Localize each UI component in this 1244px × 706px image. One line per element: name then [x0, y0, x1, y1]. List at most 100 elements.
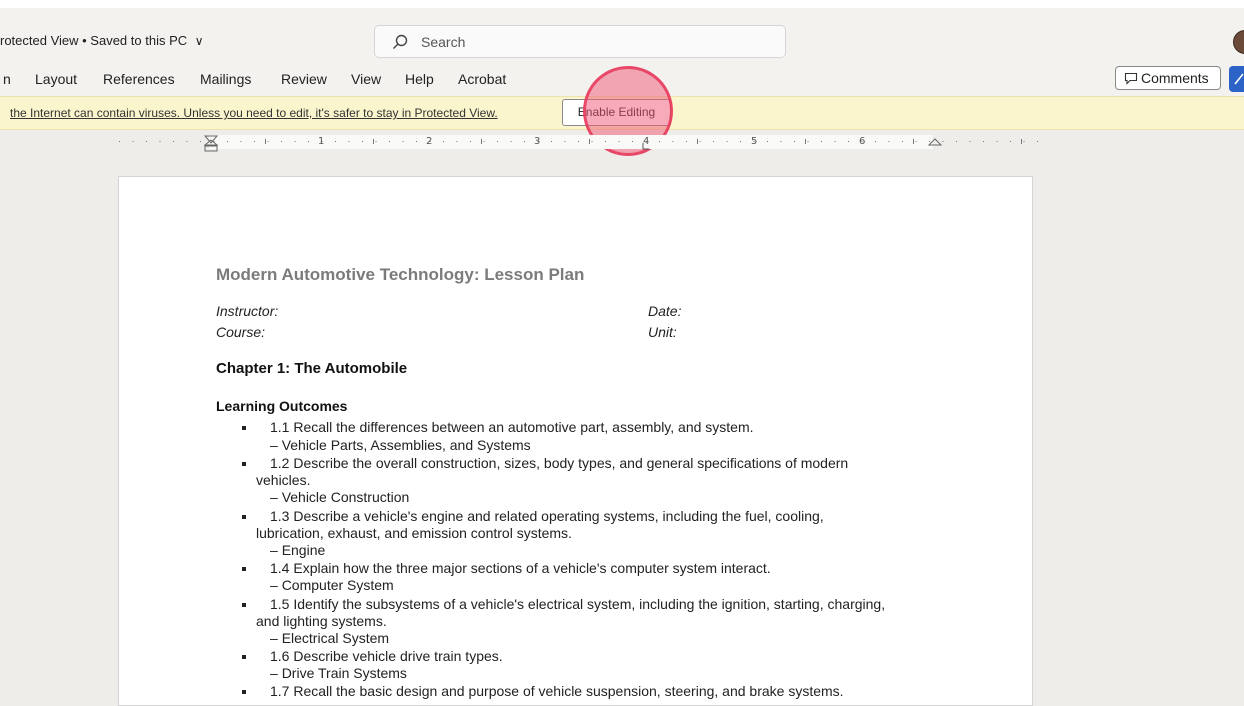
ruler-dot: [929, 141, 930, 142]
ruler-tick: [265, 139, 266, 144]
ruler-dot: [267, 141, 269, 142]
ruler-dot: [348, 141, 350, 142]
ruler-dot: [956, 141, 957, 142]
tab-review[interactable]: Review: [281, 71, 327, 87]
ruler-dot: [726, 141, 728, 142]
ruler-dot: [983, 141, 984, 142]
outcome-topic: – Engine: [270, 542, 326, 558]
ruler-dot: [632, 141, 633, 142]
ruler-dot: [699, 141, 701, 142]
tab-references[interactable]: References: [103, 71, 175, 87]
ruler-ticks: [119, 135, 1038, 152]
outcome-line: 1.2 Describe the overall construction, s…: [270, 455, 849, 471]
ruler-dot: [686, 141, 687, 142]
ruler-dot: [578, 141, 579, 142]
ruler-dot: [173, 141, 174, 142]
chapter-heading: Chapter 1: The Automobile: [216, 360, 408, 377]
document-status[interactable]: rotected View • Saved to this PC ∨: [0, 33, 204, 48]
ruler-dot: [416, 141, 417, 142]
document-title: Modern Automotive Technology: Lesson Pla…: [216, 265, 585, 284]
ruler-tick: [481, 139, 482, 144]
ruler-dot: [294, 141, 296, 142]
search-placeholder: Search: [421, 34, 466, 50]
ruler-dot: [915, 141, 917, 142]
title-bar: rotected View • Saved to this PC ∨ Searc…: [0, 8, 1244, 60]
ruler-dot: [888, 141, 890, 142]
ruler-dot: [443, 141, 444, 142]
avatar[interactable]: [1233, 30, 1244, 54]
bullet-icon: [242, 515, 246, 519]
tab-acrobat[interactable]: Acrobat: [458, 71, 506, 87]
outcome-line: 1.7 Recall the basic design and purpose …: [270, 683, 844, 699]
ruler-dot: [402, 141, 404, 142]
bullet-icon: [242, 462, 246, 466]
ruler-dot: [807, 141, 809, 142]
ruler-dot: [591, 141, 593, 142]
ruler-dot: [834, 141, 836, 142]
horizontal-ruler[interactable]: 1 2 3 4 5 6: [115, 131, 1045, 155]
protected-view-message[interactable]: the Internet can contain viruses. Unless…: [10, 106, 498, 120]
outcome-topic: – Vehicle Parts, Assemblies, and Systems: [270, 437, 531, 453]
tab-help[interactable]: Help: [405, 71, 434, 87]
ruler-dot: [902, 141, 903, 142]
ruler-dot: [456, 141, 458, 142]
ruler-dot: [942, 141, 944, 142]
tab-partial[interactable]: n: [3, 71, 11, 87]
ruler-dot: [551, 141, 552, 142]
comments-button[interactable]: Comments: [1115, 66, 1221, 90]
outcome-topic: – Computer System: [270, 577, 394, 593]
outcome-line: 1.5 Identify the subsystems of a vehicle…: [270, 596, 886, 612]
ruler-dot: [875, 141, 876, 142]
bullet-icon: [242, 603, 246, 607]
tab-mailings[interactable]: Mailings: [200, 71, 251, 87]
ruler-dot: [254, 141, 255, 142]
outcome-line: 1.3 Describe a vehicle's engine and rela…: [270, 508, 824, 524]
bullet-icon: [242, 567, 246, 571]
ruler-dot: [281, 141, 282, 142]
comments-label: Comments: [1141, 70, 1209, 86]
search-box[interactable]: Search: [374, 25, 786, 58]
editing-pen-button[interactable]: [1229, 66, 1244, 92]
ruler-dot: [470, 141, 471, 142]
ruler-number: 2: [426, 136, 433, 147]
window-top-strip: [0, 0, 1244, 8]
outcome-line: lubrication, exhaust, and emission contr…: [256, 525, 572, 541]
ruler-tick: [373, 139, 374, 144]
ruler-tick: [697, 139, 698, 144]
tab-layout[interactable]: Layout: [35, 71, 77, 87]
ruler-dot: [713, 141, 714, 142]
ruler-dot: [524, 141, 525, 142]
outcome-line: and lighting systems.: [256, 613, 387, 629]
ruler-dot: [200, 141, 201, 142]
ruler-dot: [848, 141, 849, 142]
ruler-number: 3: [534, 136, 541, 147]
ruler-number: 4: [643, 136, 650, 147]
ruler-dot: [659, 141, 660, 142]
ruler-dot: [227, 141, 228, 142]
ruler-dot: [672, 141, 674, 142]
outcome-topic: – Drive Train Systems: [270, 665, 407, 681]
bullet-icon: [242, 655, 246, 659]
date-label: Date:: [648, 303, 682, 319]
unit-label: Unit:: [648, 324, 677, 340]
ruler-dot: [335, 141, 336, 142]
ruler-number: 1: [318, 136, 325, 147]
ruler-tick: [805, 139, 806, 144]
ruler-tick: [589, 139, 590, 144]
ruler-dot: [483, 141, 485, 142]
ruler-dot: [821, 141, 822, 142]
ruler-dot: [510, 141, 512, 142]
ruler-number: 5: [751, 136, 758, 147]
comment-icon: [1124, 72, 1138, 88]
bullet-icon: [242, 690, 246, 694]
ruler-dot: [119, 141, 120, 142]
ruler-dot: [1037, 141, 1038, 142]
outcome-line: 1.4 Explain how the three major sections…: [270, 560, 771, 576]
tab-view[interactable]: View: [351, 71, 381, 87]
ruler-dot: [159, 141, 161, 142]
ruler-dot: [564, 141, 566, 142]
document-status-label: rotected View • Saved to this PC: [0, 33, 188, 48]
ruler-dot: [780, 141, 782, 142]
ruler-dot: [186, 141, 188, 142]
ruler-dot: [605, 141, 606, 142]
